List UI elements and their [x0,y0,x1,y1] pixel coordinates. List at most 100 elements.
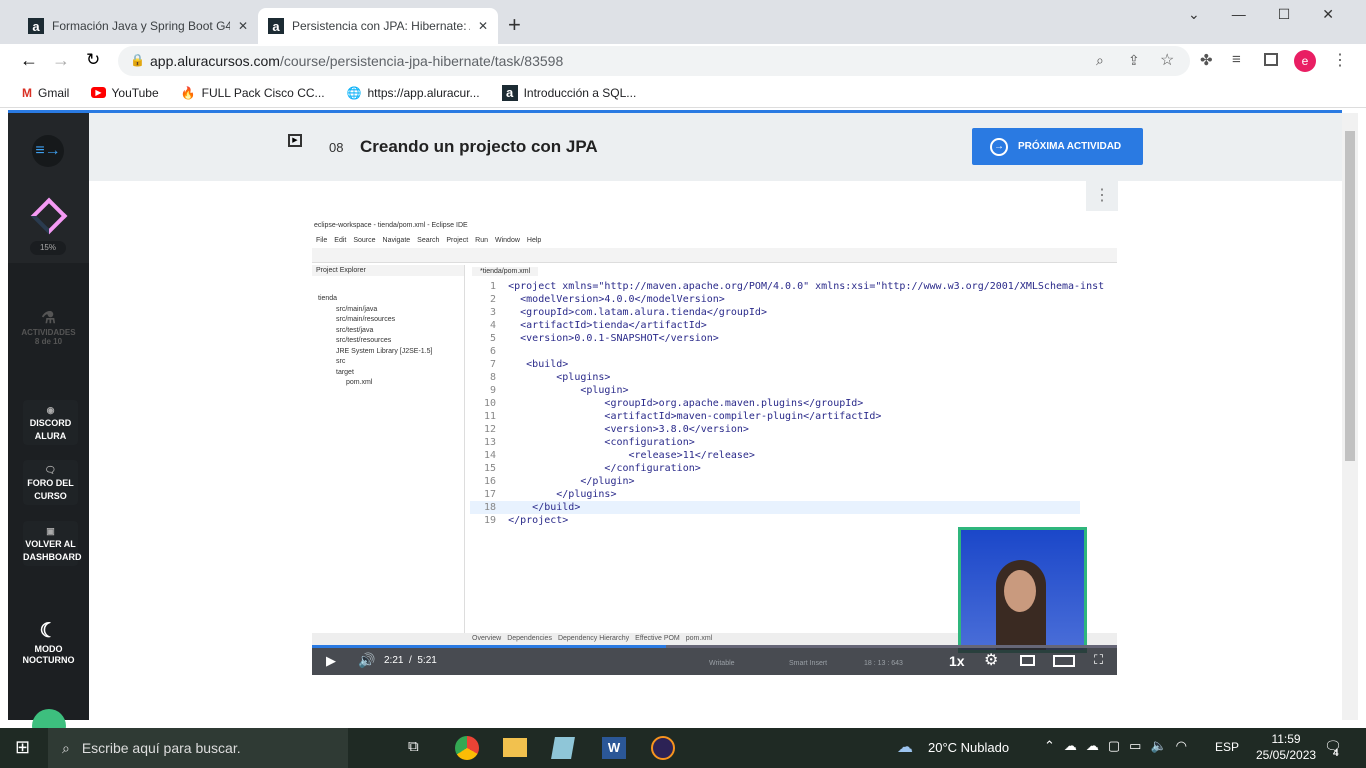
eclipse-icon[interactable] [651,736,675,760]
time-display: 2:21 / 5:21 [384,655,437,666]
dashboard-button[interactable]: ▣ VOLVER AL DASHBOARD [23,521,82,566]
new-tab-button[interactable]: + [508,12,521,38]
project-explorer: Project Explorer tienda src/main/java src… [312,265,465,645]
profile-avatar[interactable]: e [1294,50,1316,72]
video-progress-bar[interactable] [312,645,1117,648]
discord-icon: ◉ [46,405,55,415]
language-indicator[interactable]: ESP [1215,740,1239,754]
discord-button[interactable]: ◉ DISCORD ALURA [23,400,78,445]
bookmark-alura-link[interactable]: 🌐 https://app.aluracur... [347,86,480,100]
code-line: 5 <version>0.0.1-SNAPSHOT</version> [484,333,719,344]
back-icon[interactable]: ← [20,50,38,71]
dashboard-icon: ▣ [46,526,55,536]
bookmark-cisco[interactable]: 🔥 FULL Pack Cisco CC... [181,86,325,100]
taskbar-search[interactable]: ⌕ Escribe aquí para buscar. [48,728,348,768]
bookmark-sql[interactable]: a Introducción a SQL... [501,84,636,101]
clock[interactable]: 11:59 25/05/2023 [1256,731,1316,763]
word-icon[interactable]: W [602,737,626,759]
theater-mode-icon[interactable] [1053,655,1075,667]
volume-icon[interactable]: 🔊 [358,652,375,669]
notification-count: 4 [1333,748,1339,759]
menu-icon[interactable]: ⋮ [1332,50,1348,70]
more-options-icon[interactable]: ⋮ [1086,181,1118,211]
night-mode-toggle[interactable]: ☾ MODO NOCTURNO [8,618,89,666]
window-controls[interactable]: ⌄—☐✕ [1188,6,1366,23]
video-type-icon: ▶ [288,134,302,147]
share-icon[interactable]: ⇪ [1128,52,1140,69]
alura-icon: a [268,18,284,34]
video-player[interactable]: eclipse-workspace - tienda/pom.xml - Ecl… [312,218,1117,675]
bookmark-star-icon[interactable]: ☆ [1160,50,1174,70]
code-line: 14 <release>11</release> [484,450,755,461]
extensions-icon[interactable]: ✤ [1200,51,1213,69]
moon-icon: ☾ [39,620,58,642]
windows-taskbar: ⊞ ⌕ Escribe aquí para buscar. ⧉ W ☁ 20°C … [0,728,1366,768]
globe-icon: 🌐 [346,85,362,100]
video-controls: Writable Smart Insert 18 : 13 : 643 ▶ 🔊 … [312,645,1117,675]
eclipse-title: eclipse-workspace - tienda/pom.xml - Ecl… [314,222,468,229]
browser-tab-active[interactable]: a Persistencia con JPA: Hibernate: A ✕ [258,8,498,44]
next-activity-button[interactable]: → PRÓXIMA ACTIVIDAD [972,128,1143,165]
notepad-icon[interactable] [551,737,575,759]
code-line: 2 <modelVersion>4.0.0</modelVersion> [484,294,725,305]
close-tab-icon[interactable]: ✕ [238,19,248,33]
close-tab-icon[interactable]: ✕ [478,19,488,33]
course-sidebar: ≡→ 15% ⚗ ACTIVIDADES 8 de 10 ◉ DISCORD ALU… [8,113,89,743]
sidepanel-icon[interactable] [1264,53,1278,66]
system-tray-icons[interactable]: ⌃☁☁▢▭🔈◠ [1044,738,1196,754]
code-line: 11 <artifactId>maven-compiler-plugin</ar… [484,411,882,422]
code-line: 4 <artifactId>tienda</artifactId> [484,320,707,331]
progress-percent: 15% [30,241,66,255]
project-tree: tienda src/main/java src/main/resources sr… [318,295,433,386]
code-line: 7 <build> [484,359,569,370]
media-icon[interactable]: ≡ [1232,51,1241,68]
settings-icon[interactable]: ⚙ [984,650,998,670]
alura-icon: a [28,18,44,34]
page-scrollbar[interactable] [1342,113,1358,720]
code-line: 1 <project xmlns="http://maven.apache.or… [484,281,1105,292]
zoom-icon[interactable]: ⌕ [1096,52,1104,69]
course-progress-icon [30,197,68,235]
windows-start-icon[interactable]: ⊞ [15,737,30,758]
url-input[interactable]: 🔒 app.aluracursos.com/course/persistenci… [118,46,1190,76]
address-bar-row: ← → ↻ 🔒 app.aluracursos.com/course/persi… [0,44,1366,78]
bookmark-youtube[interactable]: ▶ YouTube [91,86,159,100]
youtube-icon: ▶ [91,87,106,98]
chrome-icon[interactable] [455,736,479,760]
pip-icon[interactable] [1020,655,1035,666]
lesson-header: ▶ 08 Creando un projecto con JPA → PRÓXI… [89,113,1342,181]
forum-button[interactable]: 🗨 FORO DEL CURSO [23,460,78,505]
play-icon[interactable]: ▶ [326,653,336,669]
eclipse-status-cursor-position: 18 : 13 : 643 [864,660,903,667]
weather-text[interactable]: 20°C Nublado [928,740,1009,755]
cloud-icon: ☁ [897,739,913,756]
eclipse-menu: File Edit Source Navigate Search Project Run Wi… [316,237,542,244]
bookmark-gmail[interactable]: M Gmail [22,86,69,100]
code-line: 13 <configuration> [484,437,695,448]
toggle-menu-icon[interactable]: ≡→ [32,135,64,167]
code-line: 6 [484,346,509,357]
video-progress-fill [312,645,667,648]
task-view-icon[interactable]: ⧉ [408,738,419,755]
eclipse-toolbar [312,248,1117,263]
eclipse-status-writable: Writable [709,660,735,667]
file-explorer-icon[interactable] [503,738,527,757]
flask-icon: ⚗ [41,310,56,327]
browser-tab[interactable]: a Formación Java y Spring Boot G4 ✕ [18,8,258,44]
reload-icon[interactable]: ↻ [86,50,100,70]
fire-icon: 🔥 [180,85,196,100]
code-line: 3 <groupId>com.latam.alura.tienda</group… [484,307,767,318]
fullscreen-icon[interactable]: ⛶ [1094,652,1103,668]
lesson-number: 08 [329,140,344,155]
activities-link[interactable]: ⚗ ACTIVIDADES 8 de 10 [8,308,89,346]
instructor-webcam [958,527,1087,653]
alura-icon: a [501,84,518,101]
eclipse-status-insert-mode: Smart Insert [789,660,828,667]
speed-button[interactable]: 1x [949,653,965,669]
lesson-title: Creando un projecto con JPA [360,137,598,156]
code-line: 10 <groupId>org.apache.maven.plugins</gr… [484,398,864,409]
code-line: 19 </project> [484,515,569,526]
scrollbar-thumb[interactable] [1345,131,1355,461]
forward-icon[interactable]: → [52,50,70,71]
arrow-right-icon: → [990,137,1008,156]
